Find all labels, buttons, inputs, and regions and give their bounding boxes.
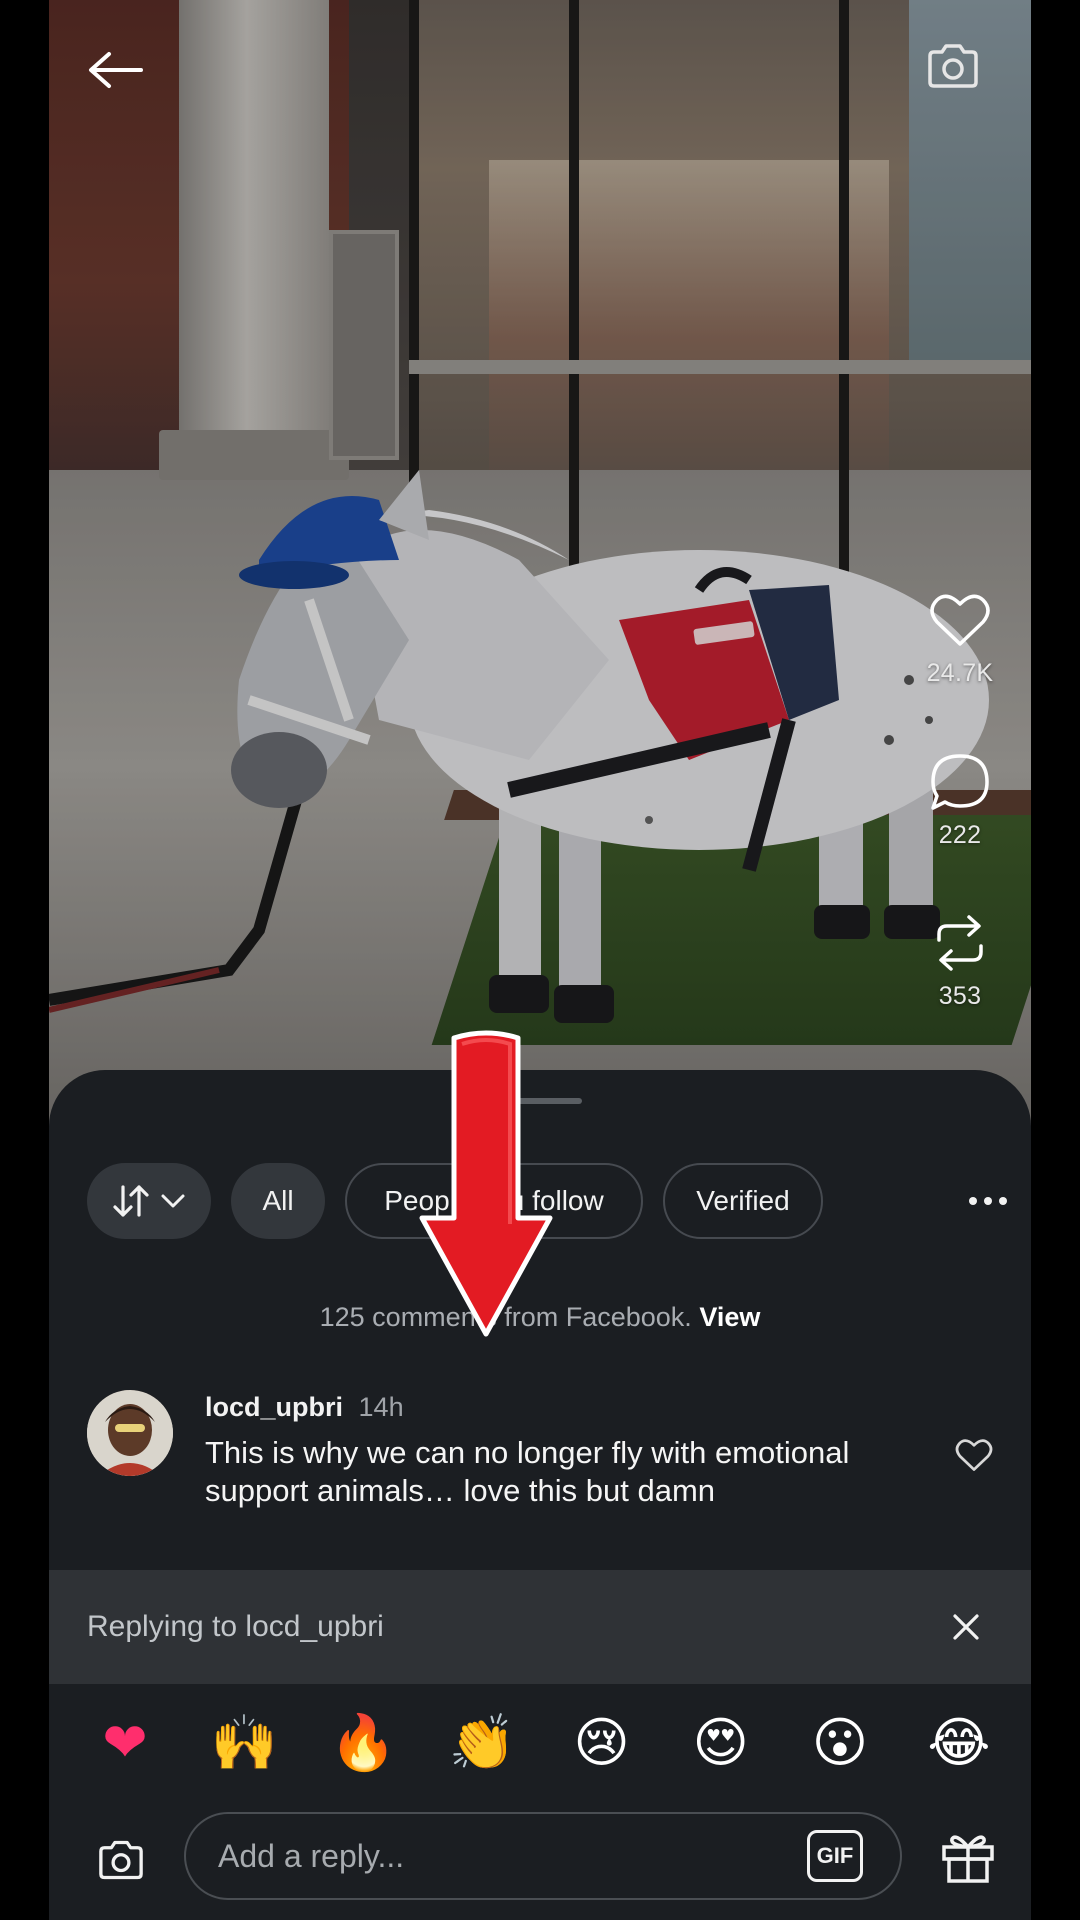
like-count: 24.7K — [926, 659, 994, 687]
replying-to-label: Replying to locd_upbri — [87, 1610, 384, 1643]
emoji-laughing[interactable]: 😂 — [923, 1707, 995, 1779]
sort-chip[interactable] — [87, 1163, 211, 1239]
back-button[interactable] — [80, 40, 150, 100]
emoji-heart-eyes[interactable]: 😍 — [685, 1707, 757, 1779]
comment-count: 222 — [938, 821, 982, 849]
comment-text: This is why we can no longer fly with em… — [205, 1435, 850, 1508]
camera-button[interactable] — [920, 36, 986, 96]
gift-button[interactable] — [935, 1824, 1001, 1890]
repost-action[interactable]: 353 — [915, 908, 1005, 1011]
reply-composer: GIF — [49, 1802, 1031, 1920]
avatar[interactable] — [87, 1390, 173, 1476]
gift-icon — [942, 1835, 994, 1883]
comment-item[interactable]: locd_upbri 14h This is why we can no lon… — [87, 1390, 1007, 1570]
emoji-crying[interactable]: 😢 — [566, 1707, 638, 1779]
comment-action[interactable]: 222 — [915, 747, 1005, 850]
sort-arrows-icon — [113, 1185, 149, 1217]
threads-video-screen: 24.7K 222 353 All People follow Verified… — [0, 0, 1080, 1920]
chevron-down-icon — [161, 1194, 185, 1208]
attach-photo-button[interactable] — [89, 1828, 153, 1892]
video-player[interactable] — [49, 0, 1031, 1130]
emoji-heart[interactable]: ❤ — [89, 1707, 161, 1779]
like-action[interactable]: 24.7K — [915, 585, 1005, 688]
view-facebook-comments-link[interactable]: View — [699, 1302, 760, 1332]
replying-to-bar: Replying to locd_upbri — [49, 1570, 1031, 1684]
more-options-button[interactable] — [963, 1163, 1013, 1239]
cancel-reply-button[interactable] — [941, 1602, 991, 1652]
comment-like-button[interactable] — [949, 1430, 999, 1480]
filter-verified-chip[interactable]: Verified — [663, 1163, 823, 1239]
comment-timestamp: 14h — [358, 1392, 404, 1422]
camera-icon — [928, 44, 978, 88]
heart-icon — [955, 1439, 993, 1471]
avatar-photo — [87, 1390, 173, 1476]
emoji-fire[interactable]: 🔥 — [327, 1707, 399, 1779]
emoji-surprised[interactable]: 😮 — [804, 1707, 876, 1779]
video-dim-overlay — [49, 0, 1031, 1130]
repost-icon — [937, 915, 983, 971]
close-icon — [953, 1614, 979, 1640]
arrow-left-icon — [89, 52, 143, 88]
quick-reactions: ❤ 🙌 🔥 👏 😢 😍 😮 😂 — [49, 1684, 1031, 1802]
filter-all-chip[interactable]: All — [231, 1163, 325, 1239]
emoji-clapping[interactable]: 👏 — [446, 1707, 518, 1779]
emoji-raising-hands[interactable]: 🙌 — [208, 1707, 280, 1779]
comment-username[interactable]: locd_upbri — [205, 1392, 343, 1422]
camera-icon — [99, 1840, 143, 1880]
gif-button[interactable]: GIF — [807, 1830, 863, 1882]
speech-bubble-icon — [931, 754, 989, 810]
reply-input[interactable] — [184, 1812, 902, 1900]
repost-count: 353 — [938, 982, 982, 1010]
more-dots-icon — [969, 1197, 1007, 1205]
red-down-arrow-overlay — [419, 1030, 553, 1337]
heart-icon — [930, 594, 990, 646]
